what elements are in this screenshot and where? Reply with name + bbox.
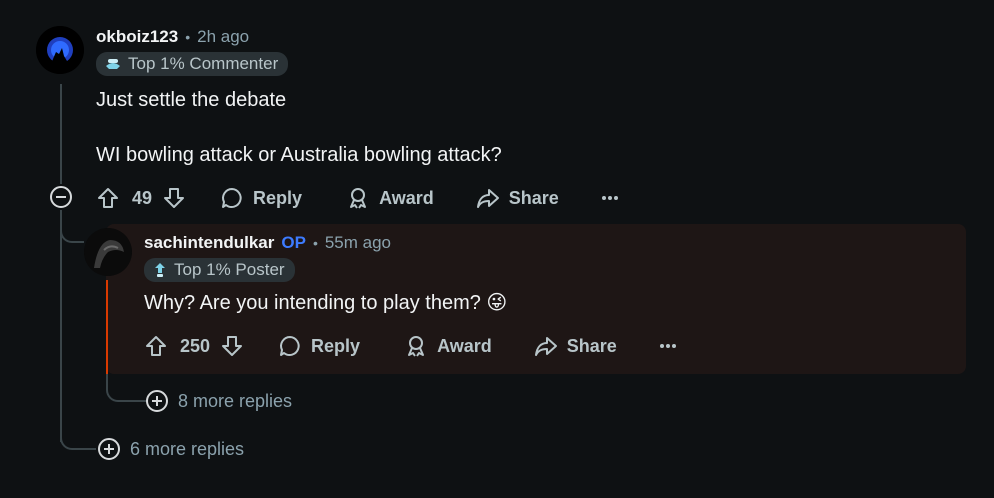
share-label: Share — [508, 187, 559, 208]
comment-username[interactable]: okboiz123 — [96, 27, 178, 47]
expand-icon — [98, 438, 120, 460]
avatar[interactable] — [36, 26, 84, 74]
share-icon — [476, 189, 499, 208]
reply-username[interactable]: sachintendulkar — [144, 233, 274, 253]
comment-action-bar: 49 Reply Award Share — [96, 184, 619, 212]
vote-count: 49 — [132, 187, 153, 208]
reply-accent-bar — [106, 280, 108, 374]
reply-button[interactable]: Reply — [220, 186, 302, 210]
collapse-thread-button[interactable] — [50, 186, 72, 208]
more-replies-label: 8 more replies — [178, 390, 293, 411]
share-button[interactable]: Share — [534, 334, 617, 358]
user-flair: Top 1% Commenter — [96, 52, 289, 76]
commenter-badge-icon — [106, 59, 120, 69]
reply-label: Reply — [311, 335, 361, 356]
thread-connector-more — [60, 428, 96, 450]
share-icon — [534, 337, 557, 356]
reply-body: Why? Are you intending to play them? 😜 — [144, 292, 508, 314]
comment-header: okboiz123 • 2h ago — [96, 26, 249, 48]
thread-line-main — [60, 84, 62, 184]
flair-label: Top 1% Poster — [174, 260, 285, 279]
reply-header: sachintendulkar OP • 55m ago — [144, 232, 391, 254]
separator-dot: • — [185, 29, 191, 45]
award-button[interactable]: Award — [346, 186, 434, 210]
award-button[interactable]: Award — [404, 334, 492, 358]
reply-label: Reply — [253, 187, 303, 208]
reply-thread-connector — [106, 374, 150, 402]
upvote-icon[interactable] — [96, 186, 120, 210]
share-button[interactable]: Share — [476, 186, 559, 210]
wolf-avatar-icon — [36, 26, 84, 74]
minus-icon — [56, 196, 66, 198]
separator-dot: • — [312, 235, 318, 251]
more-replies-button[interactable]: 6 more replies — [98, 438, 244, 460]
reply-action-bar: 250 Reply Award Share — [144, 332, 677, 360]
award-icon — [350, 188, 367, 209]
upvote-icon[interactable] — [144, 334, 168, 358]
comment-bubble-icon — [222, 188, 242, 208]
more-replies-label: 6 more replies — [130, 438, 245, 459]
thread-connector-reply — [60, 225, 84, 243]
flair-label: Top 1% Commenter — [128, 54, 279, 73]
comment-body-line2: WI bowling attack or Australia bowling a… — [96, 144, 502, 166]
avatar[interactable] — [84, 228, 132, 276]
award-label: Award — [437, 335, 492, 356]
poster-badge-icon — [155, 263, 165, 277]
award-icon — [408, 336, 425, 357]
more-replies-button[interactable]: 8 more replies — [146, 390, 292, 412]
downvote-icon[interactable] — [162, 186, 186, 210]
vote-count: 250 — [180, 335, 211, 356]
more-options-icon[interactable] — [601, 195, 619, 201]
reply-timestamp[interactable]: 55m ago — [325, 233, 391, 253]
more-options-icon[interactable] — [659, 343, 677, 349]
op-badge: OP — [281, 233, 306, 252]
user-flair: Top 1% Poster — [144, 258, 295, 282]
comment-bubble-icon — [280, 336, 300, 356]
comment-body-line1: Just settle the debate — [96, 89, 287, 111]
thread-line-main-lower — [60, 210, 62, 442]
expand-icon — [146, 390, 168, 412]
share-label: Share — [566, 335, 617, 356]
profile-photo-icon — [84, 228, 132, 276]
award-label: Award — [379, 187, 434, 208]
comment-timestamp[interactable]: 2h ago — [197, 27, 249, 47]
reply-button[interactable]: Reply — [278, 334, 360, 358]
downvote-icon[interactable] — [220, 334, 244, 358]
